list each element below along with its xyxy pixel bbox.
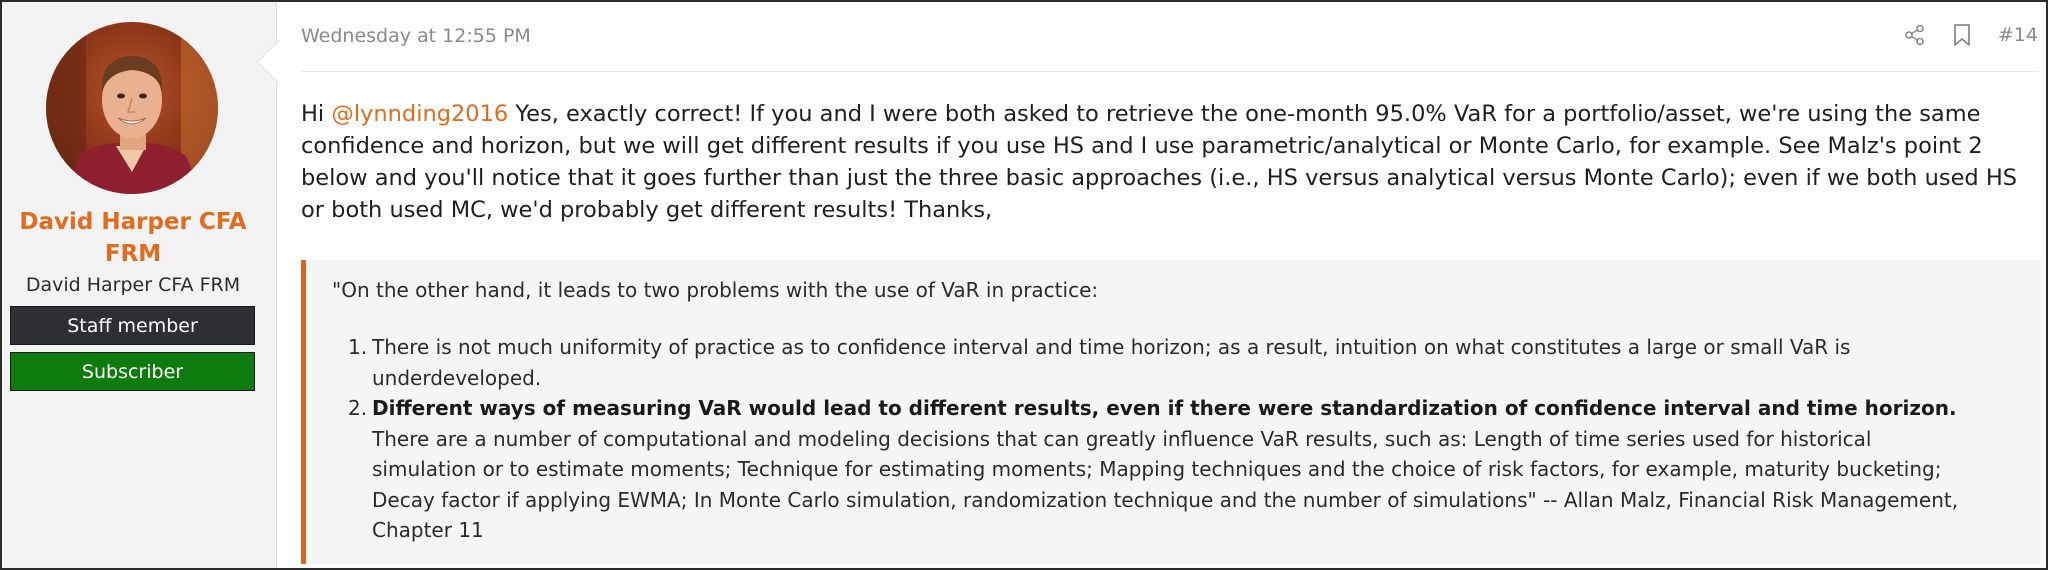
message-greeting: Hi	[301, 101, 332, 127]
post-date-link[interactable]: Wednesday at 12:55 PM	[301, 22, 531, 50]
post-body: Wednesday at 12:55 PM #14 Hi @lynnding20…	[277, 2, 2046, 568]
list-item-number: 2.	[348, 396, 368, 420]
subscriber-banner: Subscriber	[10, 352, 255, 391]
post-header-divider	[301, 71, 2038, 72]
user-name-link[interactable]: David Harper CFA FRM	[2, 206, 264, 270]
list-item-number: 1.	[348, 335, 368, 359]
list-item: 1. There is not much uniformity of pract…	[348, 332, 1972, 393]
bookmark-icon[interactable]	[1952, 23, 1972, 47]
post-number-link[interactable]: #14	[1998, 24, 2038, 46]
post-frame: David Harper CFA FRM David Harper CFA FR…	[0, 0, 2048, 570]
share-icon[interactable]	[1904, 24, 1926, 46]
user-title: David Harper CFA FRM	[25, 274, 241, 296]
quote-list: 1. There is not much uniformity of pract…	[348, 332, 1972, 546]
user-mention-link[interactable]: @lynnding2016	[331, 101, 508, 127]
list-item: 2. Different ways of measuring VaR would…	[348, 393, 1972, 546]
list-item-text: There are a number of computational and …	[372, 426, 1959, 543]
avatar-image	[46, 22, 218, 194]
list-item-bold-text: Different ways of measuring VaR would le…	[372, 396, 1957, 420]
list-item-text: There is not much uniformity of practice…	[372, 335, 1851, 390]
post-message: Hi @lynnding2016 Yes, exactly correct! I…	[301, 98, 2041, 226]
blockquote: "On the other hand, it leads to two prob…	[301, 260, 2041, 564]
post-actions: #14	[1904, 20, 2038, 50]
bubble-arrow	[258, 40, 280, 84]
user-sidebar: David Harper CFA FRM David Harper CFA FR…	[2, 2, 277, 568]
staff-member-banner: Staff member	[10, 306, 255, 345]
quote-intro: "On the other hand, it leads to two prob…	[332, 278, 1099, 302]
user-avatar[interactable]	[46, 22, 218, 194]
message-body: Yes, exactly correct! If you and I were …	[301, 101, 2018, 223]
